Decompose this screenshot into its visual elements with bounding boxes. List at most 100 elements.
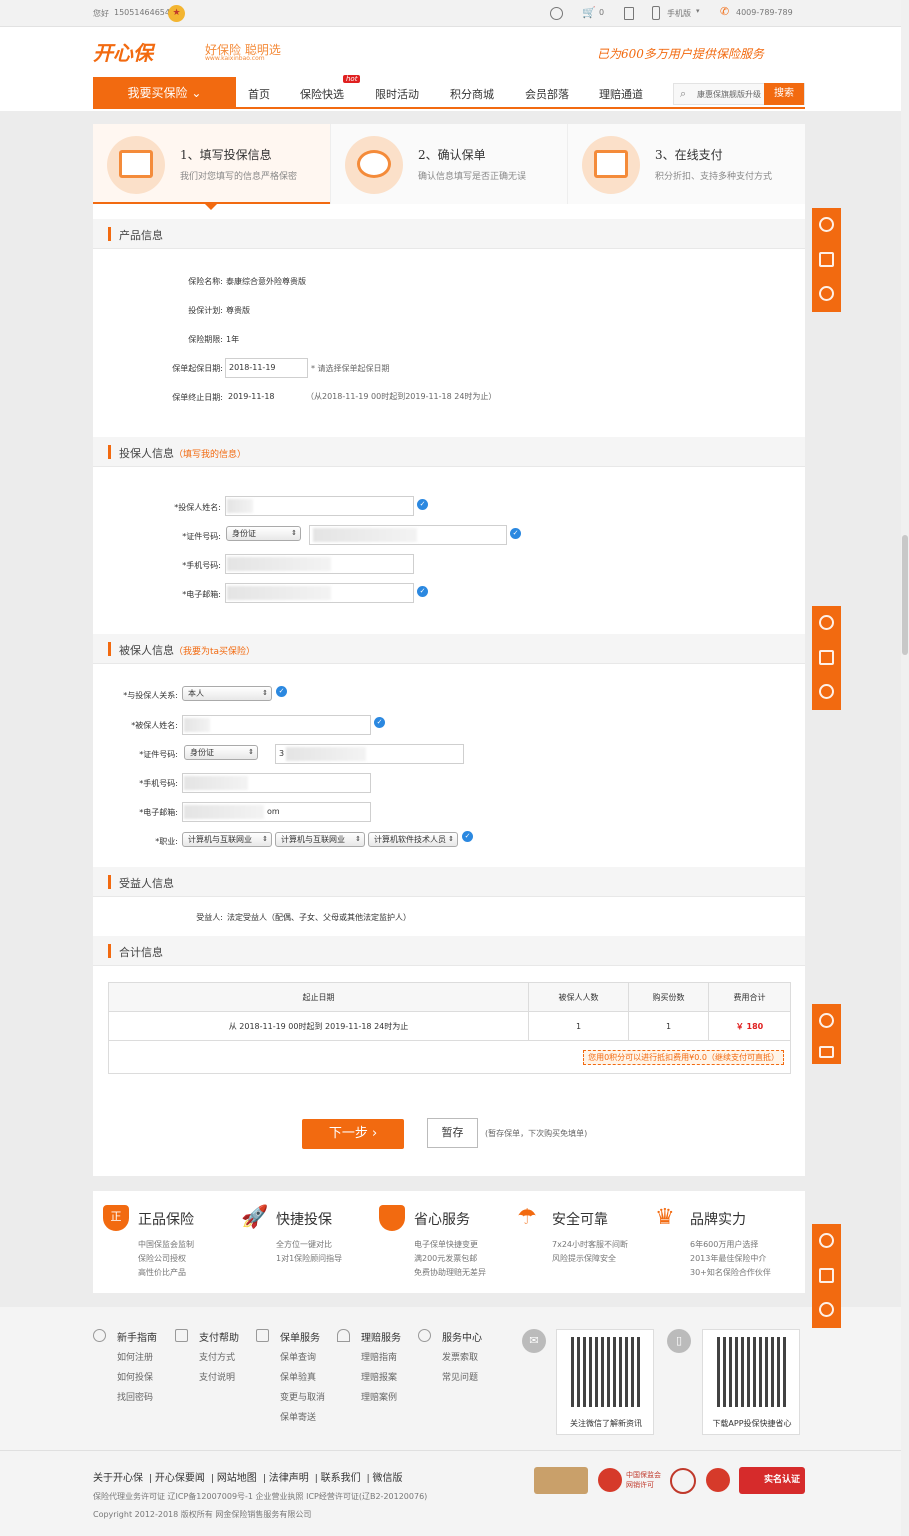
umbrella-icon <box>337 1329 350 1342</box>
feature-line: 保险公司授权 <box>138 1254 186 1263</box>
footer-link[interactable]: 如何注册 <box>117 1350 153 1363</box>
applicant-email-label: *电子邮箱: <box>182 590 221 599</box>
qr-icon[interactable] <box>819 1046 834 1058</box>
feature-line: 2013年最佳保险中介 <box>690 1254 767 1263</box>
notepad-icon[interactable] <box>624 7 634 20</box>
feature-title: 品牌实力 <box>690 1212 746 1228</box>
nav-limited-offers[interactable]: 限时活动 <box>375 86 419 102</box>
applicant-id-type-select[interactable]: 身份证 <box>226 526 301 541</box>
table-row: 从 2018-11-19 00时起到 2019-11-18 24时为止 1 1 … <box>108 1011 791 1041</box>
nav-quick-pick[interactable]: 保险快选 <box>300 86 344 102</box>
insured-id-type-select[interactable]: 身份证 <box>184 745 258 760</box>
order-form-panel: 1、填写投保信息 我们对您填写的信息严格保密 2、确认保单 确认信息填写是否正确… <box>93 124 805 1176</box>
step-1-subtitle: 我们对您填写的信息严格保密 <box>180 172 298 182</box>
search-button[interactable]: 搜索 <box>764 83 804 105</box>
search-input[interactable]: 康惠保旗舰版升级 <box>697 89 765 100</box>
feature-title: 安全可靠 <box>552 1212 608 1228</box>
qr-icon[interactable] <box>819 1268 834 1283</box>
footer-link[interactable]: 保单寄送 <box>280 1410 316 1423</box>
footer-link[interactable]: 发票索取 <box>442 1350 478 1363</box>
period-note: （从2018-11-19 00时起到2019-11-18 24时为止） <box>306 392 497 401</box>
footer-link[interactable]: 常见问题 <box>442 1370 478 1383</box>
insured-id-input[interactable]: 3 <box>275 744 464 764</box>
insured-section-header: 被保人信息（我要为ta买保险） <box>93 634 805 664</box>
mobile-version-link[interactable]: 手机版 <box>667 8 691 19</box>
footer-link-contact[interactable]: 联系我们 <box>321 1473 361 1484</box>
footer-link[interactable]: 保单验真 <box>280 1370 316 1383</box>
step-3-icon <box>582 136 640 194</box>
rocket-top-icon[interactable] <box>819 684 834 699</box>
customer-service-icon[interactable] <box>819 1233 834 1248</box>
step-confirm: 2、确认保单 确认信息填写是否正确无误 <box>330 124 567 204</box>
footer-col-title: 服务中心 <box>442 1333 482 1344</box>
relation-select[interactable]: 本人 <box>182 686 272 701</box>
real-name-badge: 实名认证 <box>739 1467 805 1494</box>
end-date-label: 保单终止日期: <box>172 393 223 402</box>
save-draft-button[interactable]: 暂存 <box>427 1118 478 1148</box>
product-section-header: 产品信息 <box>93 219 805 249</box>
footer-link[interactable]: 支付说明 <box>199 1370 235 1383</box>
footer-link-news[interactable]: 开心保要闻 <box>155 1473 205 1484</box>
valid-check-icon: ✓ <box>510 528 521 539</box>
applicant-name-input[interactable] <box>225 496 414 516</box>
footer-link-legal[interactable]: 法律声明 <box>269 1473 309 1484</box>
insured-phone-input[interactable] <box>182 773 371 793</box>
applicant-phone-input[interactable] <box>225 554 414 574</box>
footer-link-about[interactable]: 关于开心保 <box>93 1473 143 1484</box>
price-cell: ￥ 180 <box>708 1011 791 1041</box>
footer-link-wechat[interactable]: 微信版 <box>373 1473 403 1484</box>
job-category-select[interactable]: 计算机与互联网业 <box>182 832 272 847</box>
footer-link[interactable]: 如何投保 <box>117 1370 153 1383</box>
buy-insurance-button[interactable]: 我要买保险 ⌄ <box>93 77 236 109</box>
insured-name-input[interactable] <box>182 715 371 735</box>
next-step-button[interactable]: 下一步 › <box>302 1119 404 1149</box>
job-title-select[interactable]: 计算机软件技术人员 <box>368 832 458 847</box>
step-2-subtitle: 确认信息填写是否正确无误 <box>418 172 527 182</box>
nav-home[interactable]: 首页 <box>248 86 270 102</box>
footer-link[interactable]: 理赔报案 <box>361 1370 397 1383</box>
qr-icon[interactable] <box>819 252 834 267</box>
cart-icon[interactable]: 🛒 <box>582 6 596 19</box>
user-phone-link[interactable]: 15051464654 <box>114 8 170 17</box>
footer-link[interactable]: 支付方式 <box>199 1350 235 1363</box>
customer-service-icon[interactable] <box>819 1013 834 1028</box>
feature-line: 风险提示保障安全 <box>552 1254 616 1263</box>
customer-service-icon[interactable] <box>819 615 834 630</box>
job-subcategory-select[interactable]: 计算机与互联网业 <box>275 832 365 847</box>
nav-claims[interactable]: 理赔通道 <box>599 86 643 102</box>
footer-links: 关于开心保 | 开心保要闻 | 网站地图 | 法律声明 | 联系我们 | 微信版 <box>93 1473 403 1484</box>
rocket-top-icon[interactable] <box>819 1302 834 1317</box>
applicant-id-label: *证件号码: <box>182 532 221 541</box>
footer-link[interactable]: 找回密码 <box>117 1390 153 1403</box>
feature-line: 30+知名保险合作伙伴 <box>690 1268 771 1277</box>
beneficiary-section-header: 受益人信息 <box>93 867 805 897</box>
feature-line: 中国保监会监制 <box>138 1240 194 1249</box>
scrollbar[interactable] <box>901 0 909 1536</box>
applicant-id-input[interactable] <box>309 525 507 545</box>
footer-link[interactable]: 变更与取消 <box>280 1390 325 1403</box>
insured-email-input[interactable]: om <box>182 802 371 822</box>
qr-icon[interactable] <box>819 650 834 665</box>
nav-points-mall[interactable]: 积分商城 <box>450 86 494 102</box>
phone-icon: ✆ <box>720 5 730 18</box>
nav-member-tribe[interactable]: 会员部落 <box>525 86 569 102</box>
clipboard-icon <box>256 1329 269 1342</box>
rocket-top-icon[interactable] <box>819 286 834 301</box>
footer-link-sitemap[interactable]: 网站地图 <box>217 1473 257 1484</box>
scrollbar-thumb[interactable] <box>902 535 908 655</box>
total-section-header: 合计信息 <box>93 936 805 966</box>
shield-icon <box>175 1329 188 1342</box>
power-icon[interactable] <box>550 7 563 20</box>
site-logo[interactable]: 开心保 <box>93 37 153 66</box>
start-date-input[interactable]: 2018-11-19 <box>225 358 308 378</box>
customer-service-icon[interactable] <box>819 217 834 232</box>
footer-col-title: 支付帮助 <box>199 1333 239 1344</box>
footer-link[interactable]: 理赔案例 <box>361 1390 397 1403</box>
applicant-email-input[interactable] <box>225 583 414 603</box>
footer-link[interactable]: 保单查询 <box>280 1350 316 1363</box>
headset-icon <box>418 1329 431 1342</box>
security-badge-icon <box>534 1467 588 1494</box>
footer-link[interactable]: 理赔指南 <box>361 1350 397 1363</box>
save-draft-note: (暂存保单，下次购买免填单) <box>485 1129 588 1138</box>
step-fill-info: 1、填写投保信息 我们对您填写的信息严格保密 <box>93 124 330 210</box>
